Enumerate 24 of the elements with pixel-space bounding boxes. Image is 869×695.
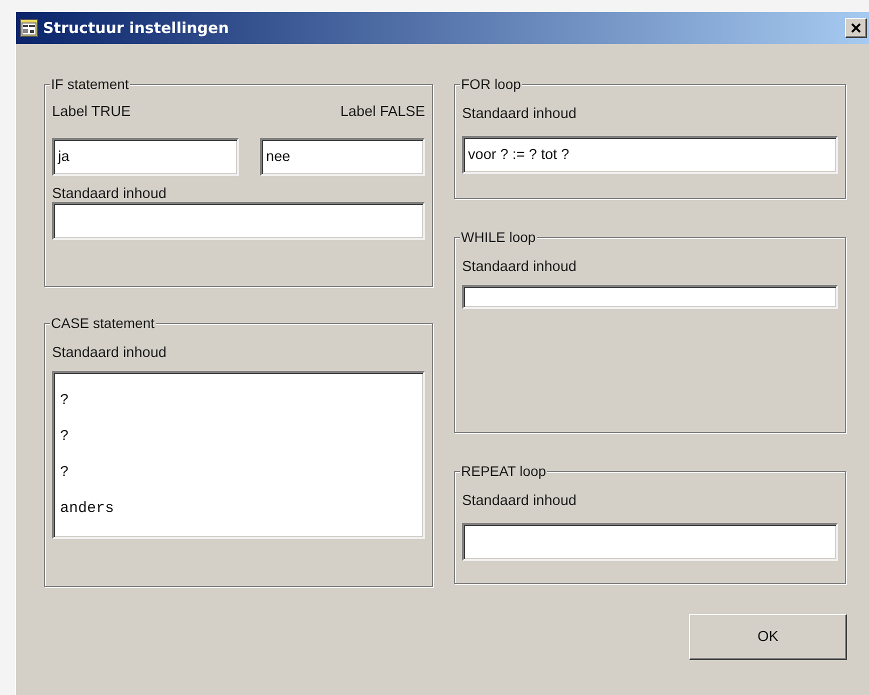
group-title: CASE statement — [50, 315, 156, 331]
window-icon — [20, 19, 38, 37]
field-label: Standaard inhoud — [462, 259, 578, 275]
field-label: Standaard inhoud — [462, 493, 578, 509]
group-title: IF statement — [50, 76, 130, 92]
close-icon — [851, 23, 861, 33]
text-field[interactable]: voor ? := ? tot ? — [462, 136, 838, 174]
window-title: Structuur instellingen — [43, 19, 230, 37]
group-title: FOR loop — [460, 76, 522, 92]
text-area[interactable]: ? ? ? anders — [52, 371, 425, 539]
text-field[interactable] — [52, 202, 425, 240]
text-field[interactable] — [462, 523, 838, 561]
group-title: REPEAT loop — [460, 463, 548, 479]
field-label: Label TRUE — [52, 104, 131, 120]
text-field[interactable]: ja — [52, 138, 239, 176]
text-area[interactable] — [462, 285, 838, 309]
ok-button[interactable]: OK — [689, 614, 847, 660]
field-label: Standaard inhoud — [52, 186, 168, 202]
field-label: Label FALSE — [340, 104, 425, 120]
group-title: WHILE loop — [460, 229, 537, 245]
text-field[interactable]: nee — [260, 138, 425, 176]
field-label: Standaard inhoud — [52, 345, 168, 361]
close-button[interactable] — [845, 18, 867, 38]
field-label: Standaard inhoud — [462, 106, 578, 122]
